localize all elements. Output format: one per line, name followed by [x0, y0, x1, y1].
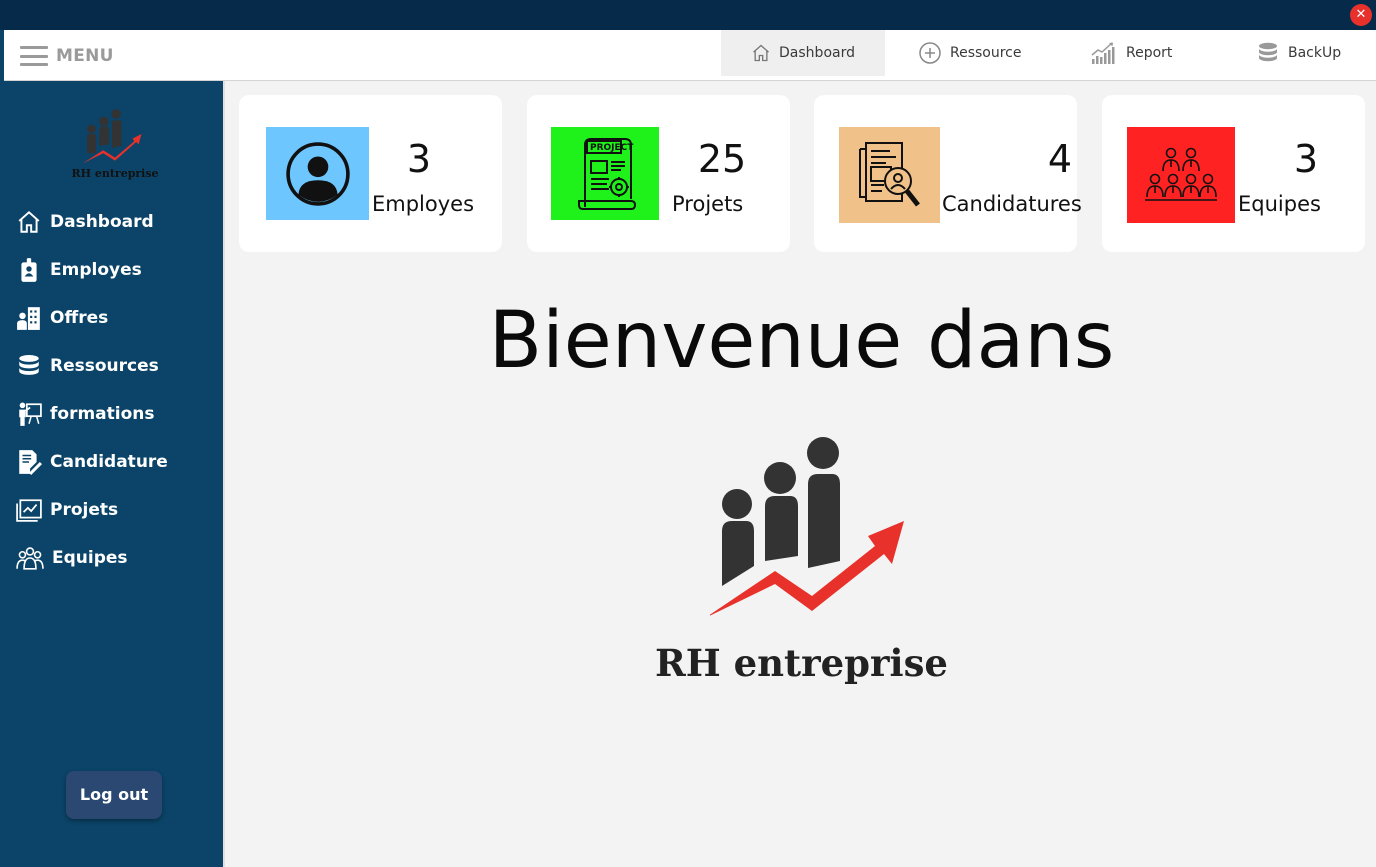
- close-window-button[interactable]: ✕: [1350, 4, 1372, 26]
- sidebar-item-dashboard[interactable]: Dashboard: [16, 207, 154, 237]
- card-icon-box: [266, 127, 369, 220]
- home-icon: [18, 210, 40, 233]
- topnav-label: Ressource: [950, 45, 1022, 61]
- plus-circle-icon: [919, 42, 941, 64]
- sidebar-item-label: Offres: [50, 308, 109, 328]
- welcome-title: Bienvenue dans: [488, 296, 1115, 386]
- topnav-label: Report: [1126, 45, 1173, 61]
- card-value: 25: [697, 137, 747, 181]
- sidebar-item-label: Equipes: [52, 548, 128, 568]
- database-icon: [19, 354, 39, 375]
- home-icon: [753, 44, 769, 62]
- id-badge-icon: [21, 258, 37, 282]
- sidebar-item-label: formations: [50, 404, 155, 424]
- stat-card-candidatures[interactable]: 4 Candidatures: [814, 95, 1082, 252]
- stat-card-projets[interactable]: PROJECT 25 Projets: [527, 95, 790, 252]
- office-building-icon: [17, 307, 40, 330]
- team-icon: [16, 547, 44, 570]
- card-label: Employes: [372, 192, 475, 216]
- card-label: Projets: [672, 192, 744, 216]
- sidebar-item-employes[interactable]: Employes: [16, 255, 142, 285]
- card-label: Candidatures: [942, 192, 1082, 216]
- project-chart-icon: [16, 499, 42, 522]
- database-icon: [1259, 42, 1277, 62]
- user-circle-icon: [285, 141, 350, 206]
- card-label: Equipes: [1238, 192, 1321, 216]
- topnav-report[interactable]: Report: [1060, 30, 1202, 76]
- card-icon-box: PROJECT: [551, 127, 659, 220]
- project-document-icon: PROJECT: [578, 137, 637, 210]
- top-bar: MENU Dashboard Ressource Report BackUp: [4, 30, 1376, 81]
- rh-logo-icon: [82, 109, 142, 164]
- sidebar-item-label: Ressources: [50, 356, 159, 376]
- document-pen-icon: [19, 450, 42, 475]
- menu-label: MENU: [56, 46, 114, 66]
- sidebar-brand-name: RH entreprise: [71, 167, 159, 180]
- hamburger-icon: [20, 46, 48, 66]
- training-icon: [19, 402, 42, 426]
- window-titlebar: ✕: [0, 0, 1376, 30]
- topnav-dashboard[interactable]: Dashboard: [721, 30, 885, 76]
- svg-text:PROJECT: PROJECT: [590, 143, 634, 153]
- sidebar-item-label: Projets: [50, 500, 119, 520]
- main-content: 3 Employes PROJECT 25 Projets 4 Candidat…: [223, 81, 1376, 867]
- sidebar-item-label: Candidature: [50, 452, 168, 472]
- card-icon-box: [839, 127, 940, 223]
- topnav-ressource[interactable]: Ressource: [888, 30, 1052, 76]
- sidebar: RH entreprise Dashboard Employes Offres: [4, 81, 223, 867]
- sidebar-item-offres[interactable]: Offres: [16, 303, 108, 333]
- card-icon-box: [1127, 127, 1235, 223]
- rh-logo-icon: [710, 437, 904, 616]
- sidebar-item-candidature[interactable]: Candidature: [16, 447, 168, 477]
- card-value: 4: [1047, 137, 1073, 181]
- stat-card-equipes[interactable]: 3 Equipes: [1102, 95, 1365, 252]
- card-value: 3: [406, 137, 432, 181]
- sidebar-item-equipes[interactable]: Equipes: [16, 543, 128, 573]
- menu-toggle-button[interactable]: MENU: [20, 44, 114, 68]
- candidate-search-icon: [858, 142, 920, 207]
- sidebar-item-projets[interactable]: Projets: [16, 495, 118, 525]
- sidebar-item-ressources[interactable]: Ressources: [16, 351, 159, 381]
- card-value: 3: [1293, 137, 1319, 181]
- sidebar-item-label: Dashboard: [50, 212, 154, 232]
- logout-button[interactable]: Log out: [66, 771, 162, 819]
- report-chart-icon: [1091, 42, 1115, 64]
- sidebar-item-formations[interactable]: formations: [16, 399, 155, 429]
- topnav-label: BackUp: [1288, 45, 1342, 61]
- sidebar-item-label: Employes: [50, 260, 142, 280]
- team-group-icon: [1145, 147, 1217, 201]
- topnav-backup[interactable]: BackUp: [1226, 30, 1371, 76]
- brand-name: RH entreprise: [655, 641, 948, 685]
- sidebar-brand-logo: RH entreprise: [70, 109, 160, 184]
- topnav-label: Dashboard: [779, 45, 855, 61]
- stat-card-employes[interactable]: 3 Employes: [239, 95, 502, 252]
